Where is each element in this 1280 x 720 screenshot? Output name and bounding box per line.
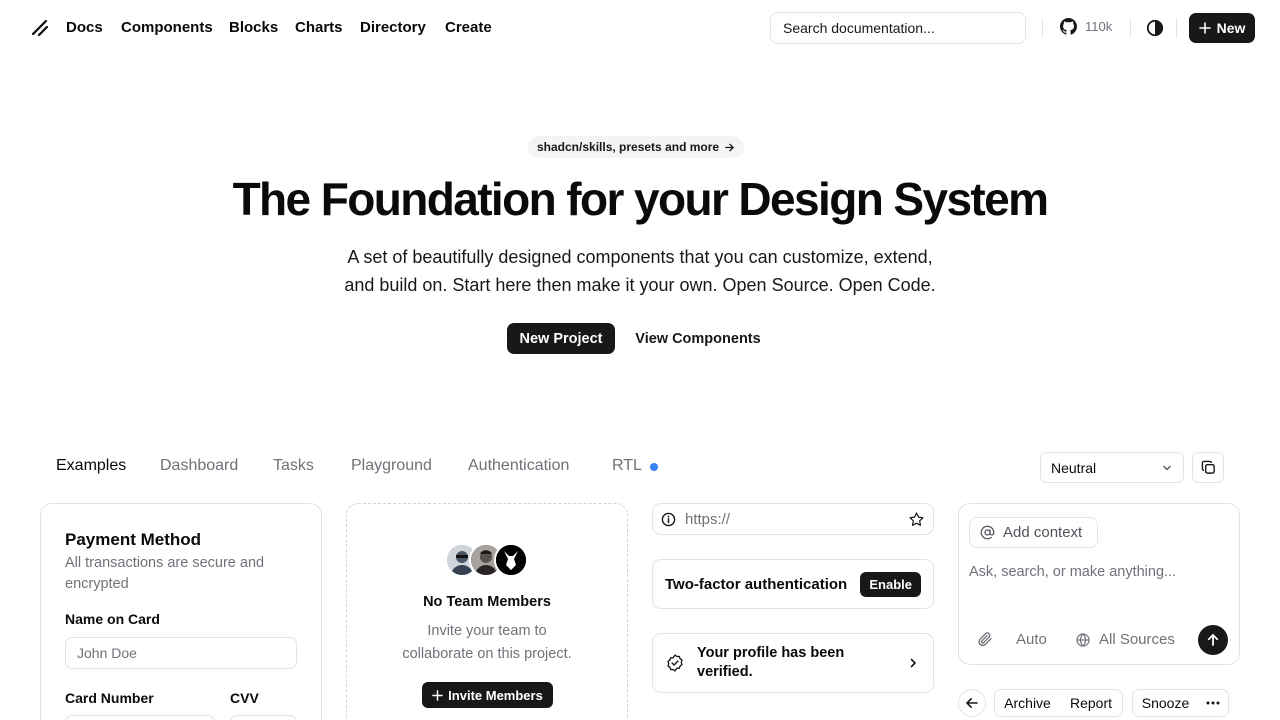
nav-create[interactable]: Create: [445, 19, 492, 36]
prompt-input[interactable]: Ask, search, or make anything...: [969, 564, 1176, 580]
tab-playground[interactable]: Playground: [351, 457, 432, 475]
verified-text-line: verified.: [697, 664, 753, 680]
card-title: Payment Method: [65, 530, 202, 549]
archive-button[interactable]: Archive: [994, 689, 1061, 717]
chevron-down-icon: [1161, 462, 1173, 474]
invite-members-label: Invite Members: [448, 687, 543, 703]
sources-select[interactable]: All Sources: [1075, 631, 1175, 648]
empty-state-title: No Team Members: [423, 594, 551, 610]
paperclip-icon: [977, 631, 993, 647]
snooze-button[interactable]: Snooze: [1132, 689, 1199, 717]
nav-charts[interactable]: Charts: [295, 19, 343, 36]
more-button[interactable]: [1198, 689, 1229, 717]
sources-label: All Sources: [1099, 631, 1175, 648]
tab-examples[interactable]: Examples: [56, 457, 126, 475]
nav-docs[interactable]: Docs: [66, 19, 103, 36]
arrow-up-icon: [1206, 633, 1220, 647]
back-button[interactable]: [958, 689, 986, 717]
hero-subtitle: A set of beautifully designed components…: [330, 243, 950, 299]
add-context-button[interactable]: Add context: [969, 517, 1098, 548]
view-components-button[interactable]: View Components: [627, 323, 769, 354]
github-icon: [1060, 18, 1077, 35]
hero-subtitle-line: and build on. Start here then make it yo…: [344, 275, 936, 295]
tab-authentication[interactable]: Authentication: [468, 457, 569, 475]
card-description-line: encrypted: [65, 576, 129, 592]
enable-button[interactable]: Enable: [860, 571, 921, 597]
avatar: [494, 543, 528, 577]
theme-toggle-icon[interactable]: [1145, 18, 1165, 38]
copy-button[interactable]: [1192, 452, 1224, 483]
two-factor-item: Two-factor authentication Enable: [652, 559, 934, 609]
verified-text: Your profile has been verified.: [697, 644, 895, 682]
add-context-label: Add context: [1003, 524, 1083, 541]
search-placeholder: Search documentation...: [783, 20, 935, 36]
slash-logo-icon[interactable]: [30, 18, 50, 38]
url-input[interactable]: https://: [652, 503, 934, 535]
profile-verified-item[interactable]: Your profile has been verified.: [652, 633, 934, 693]
cvv-label: CVV: [230, 690, 259, 706]
mode-select[interactable]: Auto: [1016, 631, 1047, 648]
header-divider: [1130, 18, 1131, 38]
empty-state-description-line: Invite your team to: [427, 623, 547, 639]
info-icon: [661, 512, 676, 527]
header-divider: [1042, 18, 1043, 38]
chevron-right-icon: [907, 657, 919, 669]
new-indicator-dot: [650, 463, 658, 471]
hero-subtitle-line: A set of beautifully designed components…: [347, 247, 933, 267]
name-on-card-input[interactable]: John Doe: [65, 637, 297, 669]
attach-button[interactable]: [977, 631, 993, 647]
empty-state-description: Invite your team to collaborate on this …: [346, 620, 628, 666]
url-placeholder: https://: [685, 510, 731, 528]
nav-blocks[interactable]: Blocks: [229, 19, 278, 36]
tab-rtl[interactable]: RTL: [612, 457, 642, 475]
badge-check-icon: [665, 653, 685, 673]
cvv-input[interactable]: [230, 715, 297, 720]
report-button[interactable]: Report: [1060, 689, 1123, 717]
new-project-button[interactable]: New Project: [507, 323, 615, 354]
card-number-label: Card Number: [65, 690, 154, 706]
two-factor-label: Two-factor authentication: [665, 575, 848, 593]
invite-members-button[interactable]: Invite Members: [422, 682, 553, 708]
arrow-right-icon: [724, 142, 735, 153]
theme-select-value: Neutral: [1051, 459, 1097, 476]
globe-icon: [1075, 632, 1091, 648]
card-number-input[interactable]: [65, 715, 215, 720]
card-description-line: All transactions are secure and: [65, 555, 265, 571]
more-horizontal-icon: [1206, 701, 1220, 705]
announcement-badge[interactable]: shadcn/skills, presets and more: [528, 136, 745, 158]
at-sign-icon: [980, 525, 995, 540]
send-button[interactable]: [1198, 625, 1228, 655]
announcement-text: shadcn/skills, presets and more: [537, 140, 720, 154]
nav-directory[interactable]: Directory: [360, 19, 426, 36]
nav-components[interactable]: Components: [121, 19, 213, 36]
card-description: All transactions are secure and encrypte…: [65, 553, 264, 595]
arrow-left-icon: [965, 696, 979, 710]
name-placeholder: John Doe: [77, 645, 137, 661]
star-icon[interactable]: [908, 511, 925, 528]
plus-icon: [432, 689, 443, 701]
verified-text-line: Your profile has been: [697, 645, 845, 661]
empty-state-description-line: collaborate on this project.: [402, 646, 572, 662]
github-link[interactable]: 110k: [1060, 18, 1112, 35]
search-input[interactable]: Search documentation...: [770, 12, 1026, 44]
new-button[interactable]: New: [1189, 13, 1255, 43]
name-on-card-label: Name on Card: [65, 611, 160, 627]
github-stars: 110k: [1085, 19, 1113, 34]
hero-title: The Foundation for your Design System: [232, 173, 1049, 225]
new-button-label: New: [1216, 20, 1246, 36]
tab-dashboard[interactable]: Dashboard: [160, 457, 238, 475]
plus-icon: [1198, 22, 1211, 34]
theme-select[interactable]: Neutral: [1040, 452, 1184, 483]
tab-tasks[interactable]: Tasks: [273, 457, 314, 475]
header-divider: [1176, 18, 1177, 38]
copy-icon: [1201, 460, 1216, 475]
